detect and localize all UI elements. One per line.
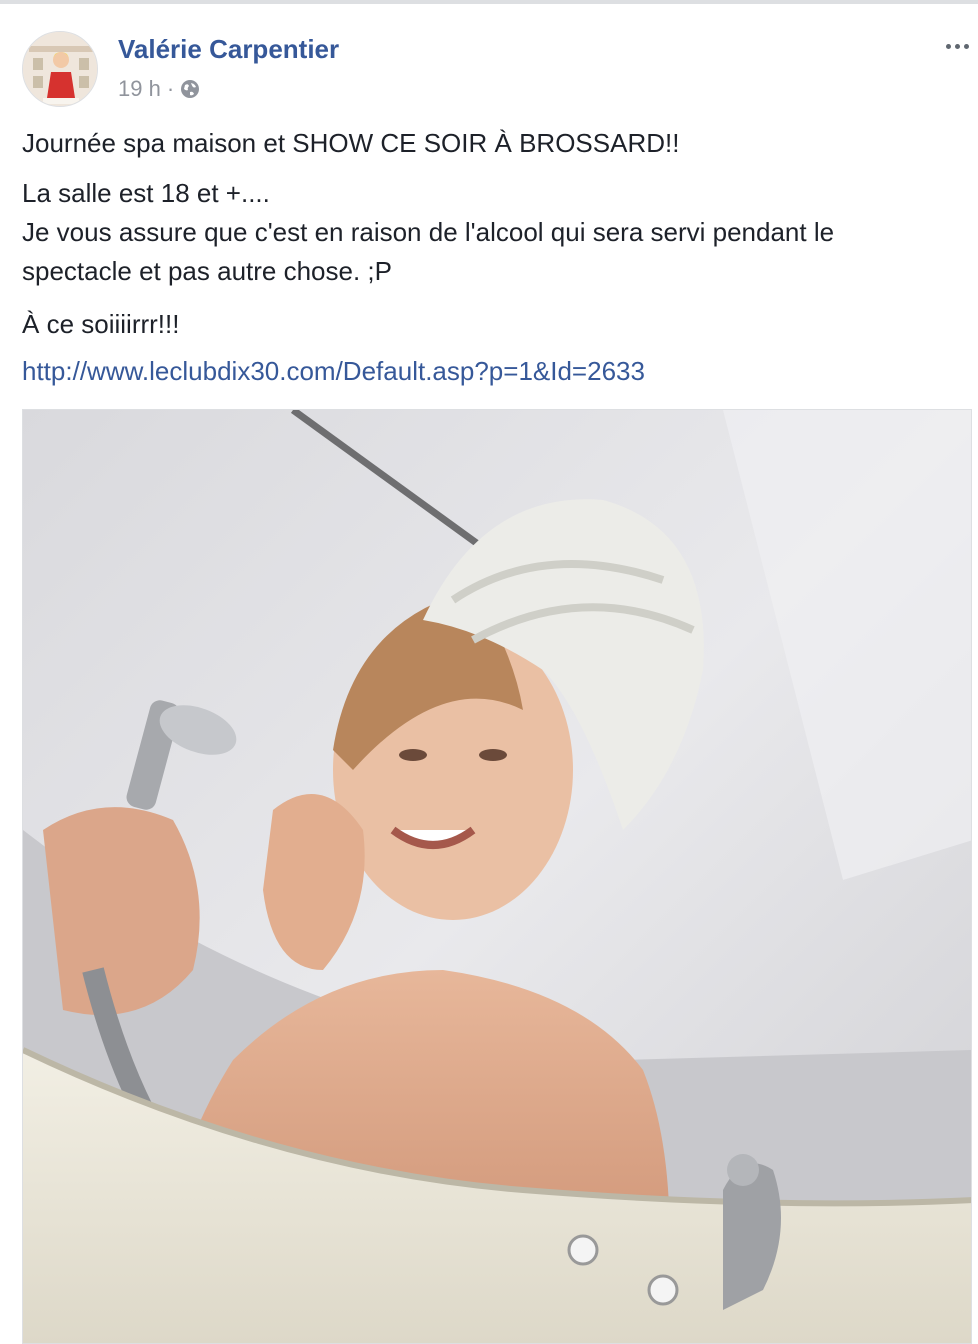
post-text-line: La salle est 18 et +.... [22, 178, 270, 208]
author-name-link[interactable]: Valérie Carpentier [118, 34, 339, 65]
post-meta: 19 h · [118, 76, 200, 102]
post-text-line: spectacle et pas autre chose. ;P [22, 256, 392, 286]
facebook-post: Valérie Carpentier 19 h · Journée spa ma… [0, 4, 978, 1344]
post-text-paragraph-3: À ce soiiiirrr!!! [22, 309, 180, 339]
post-text-line: Je vous assure que c'est en raison de l'… [22, 217, 835, 247]
avatar-image [23, 32, 97, 106]
more-options-icon[interactable] [946, 44, 969, 49]
post-text-paragraph-2: La salle est 18 et +.... Je vous assure … [22, 174, 952, 291]
avatar[interactable] [22, 31, 98, 107]
globe-icon[interactable] [180, 79, 200, 99]
meta-separator: · [166, 76, 175, 101]
post-link[interactable]: http://www.leclubdix30.com/Default.asp?p… [22, 352, 645, 391]
post-photo[interactable] [22, 409, 972, 1344]
post-text-paragraph-1: Journée spa maison et SHOW CE SOIR À BRO… [22, 128, 680, 158]
post-timestamp[interactable]: 19 h [118, 76, 161, 102]
